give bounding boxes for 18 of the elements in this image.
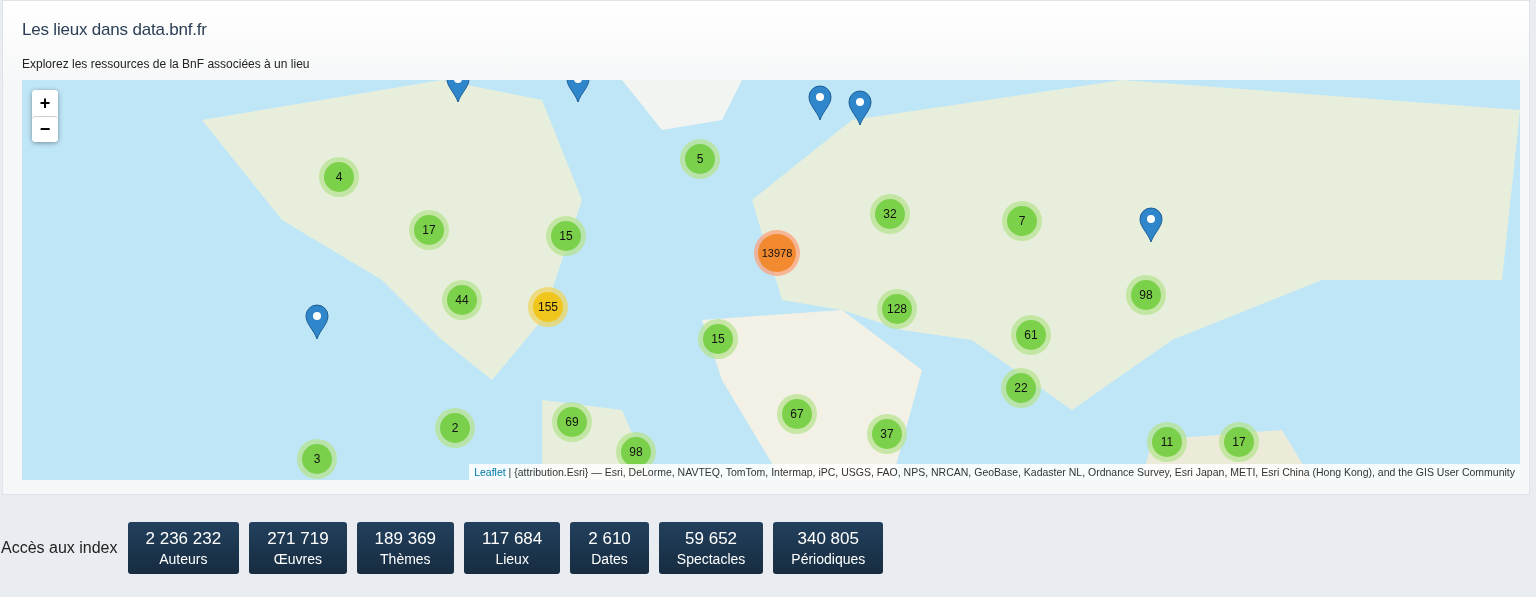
section-title: Les lieux dans data.bnf.fr xyxy=(22,19,208,40)
index-button[interactable]: 2 610 Dates xyxy=(570,522,649,574)
map-pin-icon[interactable] xyxy=(848,90,872,126)
zoom-in-button[interactable]: + xyxy=(32,90,58,116)
leaflet-link[interactable]: Leaflet xyxy=(474,466,506,478)
index-button[interactable]: 2 236 232 Auteurs xyxy=(127,522,240,574)
index-button[interactable]: 271 719 Œuvres xyxy=(249,522,347,574)
map-pin-icon[interactable] xyxy=(1139,207,1163,243)
map-attribution: Leaflet | {attribution.Esri} — Esri, DeLorme, NAVTEQ, TomTom, Intermap, iPC, USGS, FAO, NPS, NRCAN, GeoBase, Kadaster NL, Ordnance Survey, Esri Japan, METI, Esri China (Hong Kong), and the GIS User Community xyxy=(469,464,1520,480)
zoom-out-button[interactable]: − xyxy=(32,116,58,142)
map-pin-icon[interactable] xyxy=(305,304,329,340)
map-pin-icon[interactable] xyxy=(808,85,832,121)
index-button[interactable]: 59 652 Spectacles xyxy=(658,522,764,574)
index-label: Accès aux index xyxy=(1,539,118,557)
index-button[interactable]: 117 684 Lieux xyxy=(464,522,561,574)
index-button[interactable]: 340 805 Périodiques xyxy=(773,522,884,574)
section-subtitle: Explorez les ressources de la BnF associées à un lieu xyxy=(22,57,311,71)
index-button[interactable]: 189 369 Thèmes xyxy=(356,522,455,574)
